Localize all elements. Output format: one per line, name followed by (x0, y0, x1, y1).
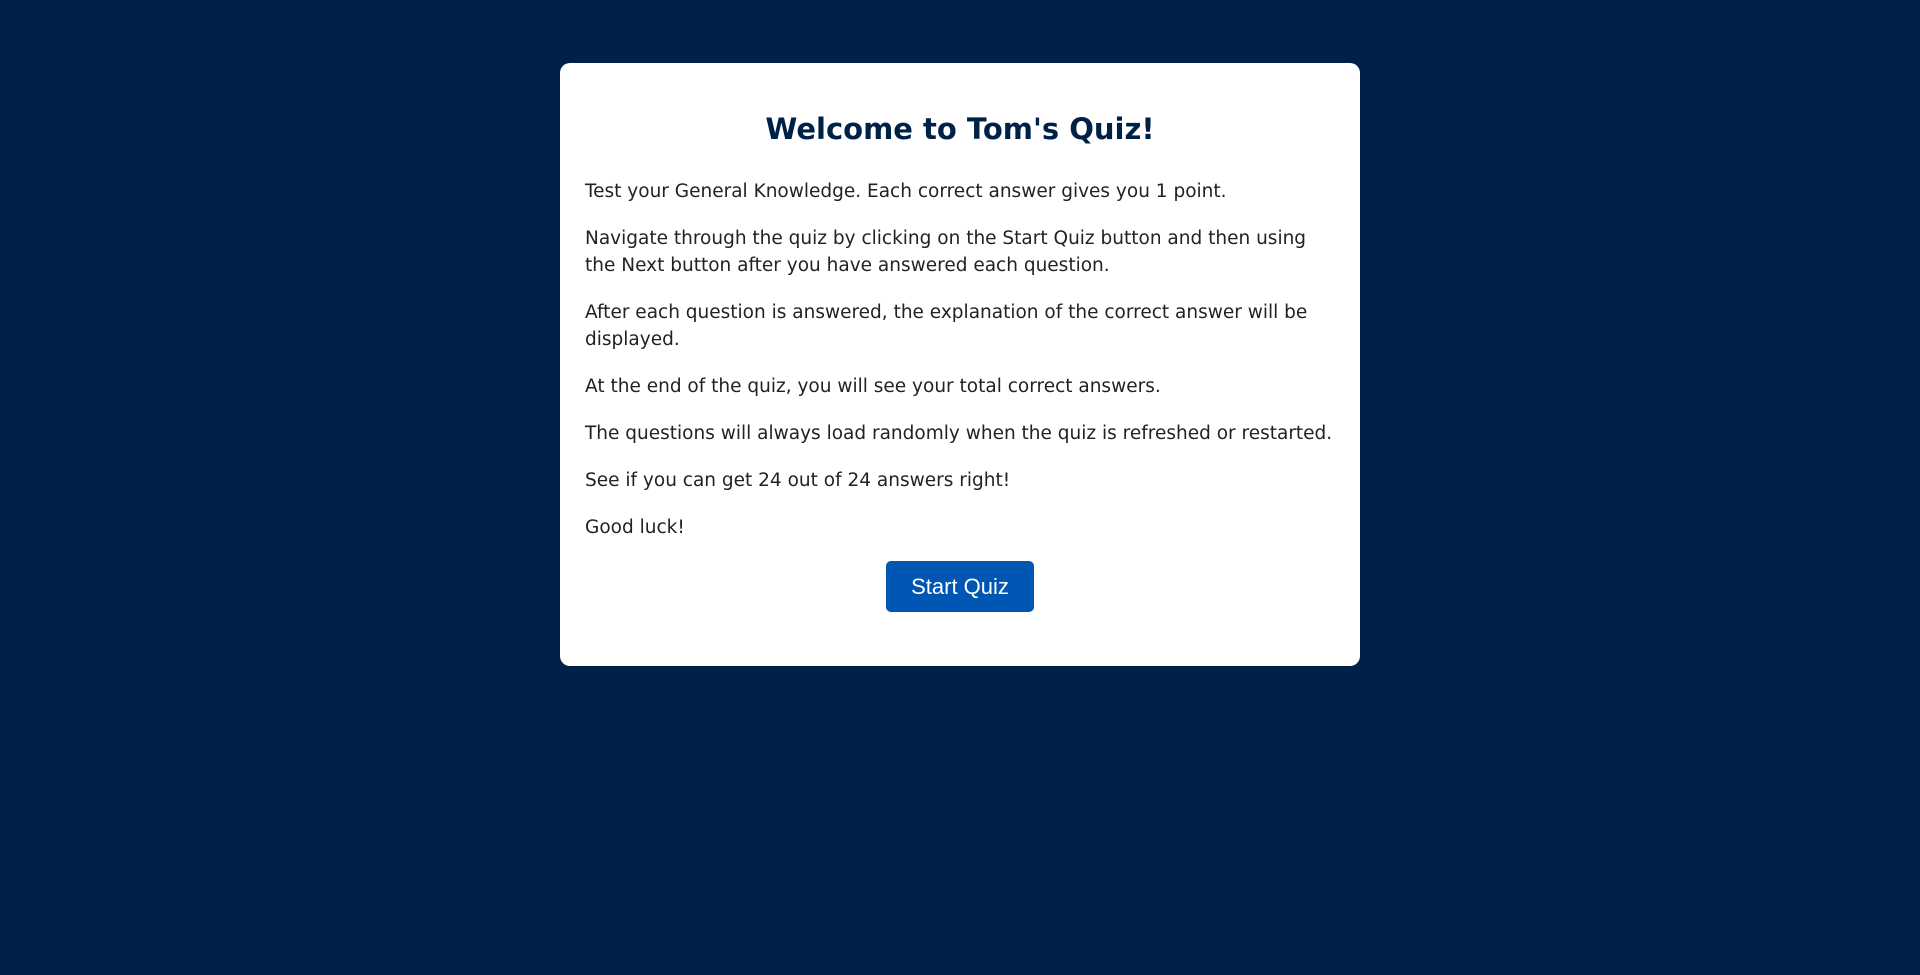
random-order-paragraph: The questions will always load randomly … (585, 423, 1333, 444)
navigation-paragraph: Navigate through the quiz by clicking on… (585, 228, 1307, 276)
page-title: Welcome to Tom's Quiz! (765, 112, 1155, 146)
good-luck-paragraph: Good luck! (585, 517, 685, 538)
welcome-card: Welcome to Tom's Quiz! Test your General… (560, 63, 1360, 666)
intro-paragraph: Test your General Knowledge. Each correc… (585, 181, 1227, 202)
explanation-paragraph: After each question is answered, the exp… (585, 302, 1308, 350)
challenge-paragraph: See if you can get 24 out of 24 answers … (585, 470, 1011, 491)
start-quiz-button[interactable]: Start Quiz (886, 561, 1034, 612)
results-paragraph: At the end of the quiz, you will see you… (585, 376, 1161, 397)
start-button-container: Start Quiz (585, 561, 1335, 612)
